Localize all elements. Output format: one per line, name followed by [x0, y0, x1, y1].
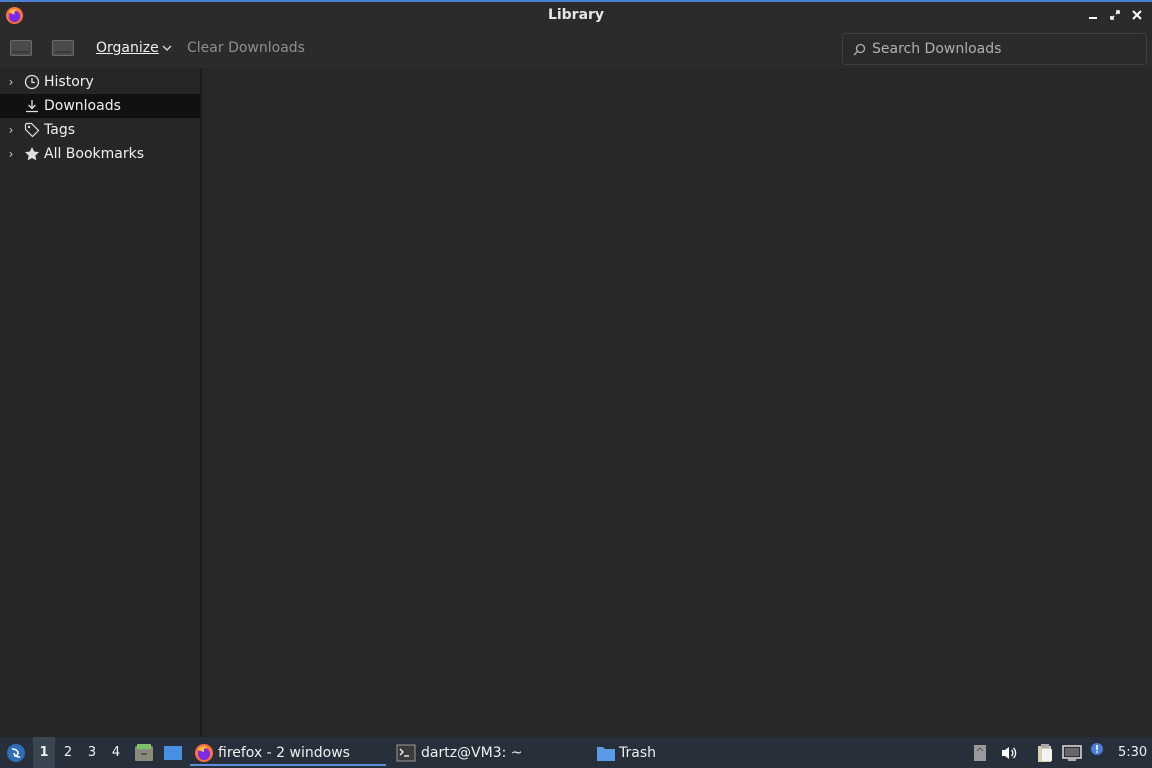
sidebar-item-downloads[interactable]: Downloads [0, 94, 200, 118]
library-sidebar: › History Downloads › Tags › All Bookmar… [0, 68, 200, 737]
task-label: Trash [619, 744, 656, 761]
star-icon [22, 146, 42, 162]
workspace-4[interactable]: 4 [105, 737, 127, 768]
window-title: Library [547, 7, 605, 23]
chevron-down-icon [162, 45, 172, 51]
file-cabinet-icon [135, 743, 153, 761]
task-label: dartz@VM3: ~ [421, 744, 523, 761]
close-button[interactable] [1130, 8, 1144, 22]
minimize-button[interactable] [1086, 8, 1100, 22]
sidebar-item-history[interactable]: › History [0, 70, 200, 94]
volume-icon [1002, 746, 1017, 759]
task-firefox[interactable]: firefox - 2 windows [190, 737, 386, 768]
clear-downloads-button[interactable]: Clear Downloads [187, 40, 305, 56]
sidebar-item-tags[interactable]: › Tags [0, 118, 200, 142]
sidebar-item-label: Downloads [44, 98, 121, 114]
task-trash[interactable]: Trash [596, 737, 716, 768]
sidebar-item-label: Tags [44, 122, 75, 138]
search-icon [853, 43, 866, 55]
tray-volume[interactable] [998, 737, 1020, 768]
show-desktop-launcher[interactable] [162, 737, 184, 768]
app-menu-icon [7, 743, 25, 762]
info-icon [1091, 743, 1103, 755]
downloads-list[interactable] [202, 68, 1152, 737]
file-manager-launcher[interactable] [133, 737, 155, 768]
clock-icon [22, 74, 42, 90]
folder-icon [597, 746, 615, 761]
search-input[interactable] [872, 41, 1132, 57]
taskbar: 1 2 3 4 firefox - 2 windows dartz@VM3: ~… [0, 737, 1152, 768]
chevron-right-icon[interactable]: › [0, 75, 22, 89]
workspace-3[interactable]: 3 [81, 737, 103, 768]
clipboard-icon [1038, 743, 1052, 762]
terminal-icon [396, 744, 416, 761]
start-menu-button[interactable] [4, 737, 28, 768]
tray-notification[interactable] [1088, 737, 1106, 768]
workspace-2[interactable]: 2 [57, 737, 79, 768]
sidebar-item-label: All Bookmarks [44, 146, 145, 162]
task-label: firefox - 2 windows [218, 744, 350, 761]
network-icon [1062, 744, 1082, 761]
tray-storage[interactable] [971, 737, 989, 768]
maximize-button[interactable] [1108, 8, 1122, 22]
organize-menu-button[interactable]: Organize [96, 40, 172, 56]
tag-icon [22, 122, 42, 138]
drive-icon [974, 744, 986, 761]
download-icon [22, 98, 42, 114]
task-terminal[interactable]: dartz@VM3: ~ [394, 737, 590, 768]
window-titlebar: Library [0, 0, 1152, 30]
library-toolbar: Organize Clear Downloads [0, 30, 1152, 68]
chevron-right-icon[interactable]: › [0, 147, 22, 161]
tray-clipboard[interactable] [1034, 737, 1056, 768]
workspace-1[interactable]: 1 [33, 737, 55, 768]
desktop-icon [164, 745, 182, 760]
chevron-right-icon[interactable]: › [0, 123, 22, 137]
forward-button[interactable] [52, 40, 74, 56]
sidebar-item-all-bookmarks[interactable]: › All Bookmarks [0, 142, 200, 166]
search-box[interactable] [842, 33, 1147, 65]
firefox-icon [195, 743, 213, 762]
organize-label: Organize [96, 40, 159, 56]
sidebar-item-label: History [44, 74, 94, 90]
back-button[interactable] [10, 40, 32, 56]
tray-network[interactable] [1061, 737, 1083, 768]
clock[interactable]: 5:30 [1118, 737, 1147, 768]
